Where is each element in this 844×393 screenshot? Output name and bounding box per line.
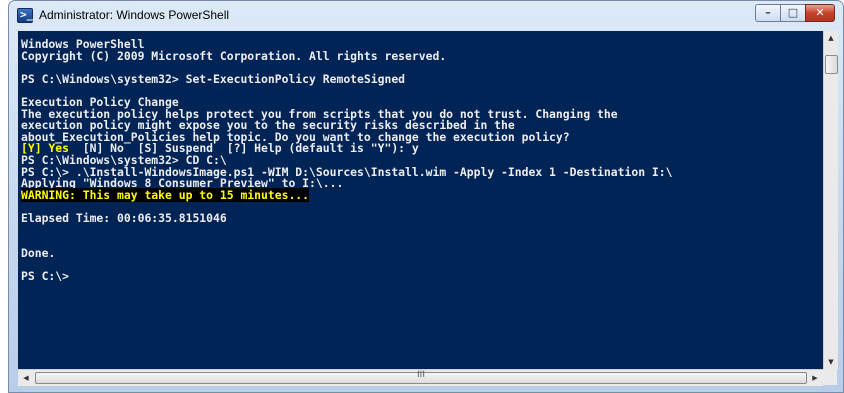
close-button[interactable]: ✕ xyxy=(805,4,835,22)
scroll-up-arrow-icon[interactable]: ▲ xyxy=(824,31,838,45)
maximize-button[interactable]: □ xyxy=(780,4,806,22)
console-text: Windows PowerShell Copyright (C) 2009 Mic… xyxy=(18,31,823,282)
vertical-scroll-thumb[interactable] xyxy=(825,55,838,74)
horizontal-scrollbar[interactable]: ◀ III ▶ xyxy=(18,369,823,386)
window-title: Administrator: Windows PowerShell xyxy=(39,8,230,22)
maximize-icon: □ xyxy=(787,6,799,19)
vertical-scrollbar[interactable]: ▲ ▼ xyxy=(823,31,838,369)
thumb-grip-icon: III xyxy=(417,370,425,380)
powershell-icon: >_ xyxy=(17,8,33,23)
scroll-down-arrow-icon[interactable]: ▼ xyxy=(824,355,838,369)
warning-text: WARNING: This may take up to 15 minutes.… xyxy=(21,187,310,202)
console-line: PS C:\> xyxy=(21,268,70,283)
title-bar[interactable]: >_ Administrator: Windows PowerShell – □… xyxy=(9,1,843,31)
close-icon: ✕ xyxy=(815,6,825,19)
console-line: PS C:\Windows\system32> Set-ExecutionPol… xyxy=(21,71,406,86)
console-output[interactable]: Windows PowerShell Copyright (C) 2009 Mic… xyxy=(18,31,823,369)
horizontal-scroll-thumb[interactable]: III xyxy=(35,370,807,384)
warning-line: WARNING: This may take up to 15 minutes.… xyxy=(21,187,823,202)
scroll-left-arrow-icon[interactable]: ◀ xyxy=(18,371,34,385)
powershell-window: >_ Administrator: Windows PowerShell – □… xyxy=(8,0,844,393)
minimize-button[interactable]: – xyxy=(755,4,781,22)
console-line: Done. xyxy=(21,245,56,260)
minimize-icon: – xyxy=(765,6,771,19)
resize-grip-icon[interactable] xyxy=(823,369,837,385)
console-line: Elapsed Time: 00:06:35.8151046 xyxy=(21,210,227,225)
scroll-right-arrow-icon[interactable]: ▶ xyxy=(807,371,823,385)
console-line: Copyright (C) 2009 Microsoft Corporation… xyxy=(21,48,447,63)
